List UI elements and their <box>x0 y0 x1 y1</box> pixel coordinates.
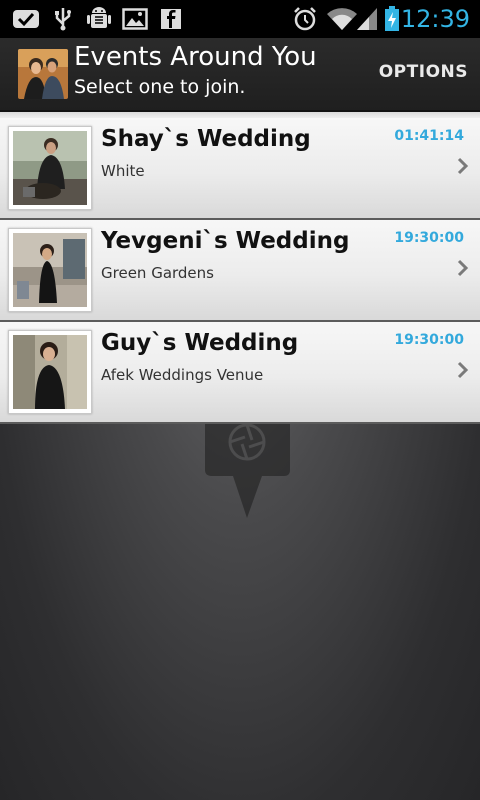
event-thumbnail-frame <box>8 330 92 414</box>
clock-time: 12:39 <box>400 5 470 33</box>
event-row[interactable]: Shay`s Wedding White 01:41:14 <box>0 118 480 220</box>
event-thumbnail <box>13 335 87 409</box>
event-time: 01:41:14 <box>394 128 464 144</box>
alarm-icon <box>292 7 318 31</box>
event-name: Shay`s Wedding <box>101 126 311 152</box>
event-row[interactable]: Guy`s Wedding Afek Weddings Venue 19:30:… <box>0 322 480 424</box>
event-time: 19:30:00 <box>394 332 464 348</box>
event-name: Yevgeni`s Wedding <box>101 228 350 254</box>
android-debug-icon <box>86 7 112 31</box>
wifi-icon <box>326 7 358 31</box>
event-venue: White <box>101 162 145 180</box>
event-venue: Afek Weddings Venue <box>101 366 264 384</box>
options-button[interactable]: OPTIONS <box>379 62 468 82</box>
status-bar: 12:39 <box>0 0 480 38</box>
page-subtitle: Select one to join. <box>74 76 246 98</box>
camera-pin-logo-icon <box>200 420 296 520</box>
event-row[interactable]: Yevgeni`s Wedding Green Gardens 19:30:00 <box>0 220 480 322</box>
app-icon-avatar[interactable] <box>18 49 68 99</box>
event-thumbnail-frame <box>8 126 92 210</box>
signal-icon <box>356 7 378 31</box>
action-bar: Events Around You Select one to join. OP… <box>0 38 480 112</box>
events-list: Shay`s Wedding White 01:41:14 Yevgeni`s … <box>0 112 480 424</box>
gallery-icon <box>122 7 148 31</box>
battery-charging-icon <box>384 6 400 31</box>
chevron-right-icon <box>456 360 470 380</box>
usb-icon <box>52 7 74 31</box>
event-time: 19:30:00 <box>394 230 464 246</box>
page-title: Events Around You <box>74 42 317 72</box>
event-name: Guy`s Wedding <box>101 330 299 356</box>
event-thumbnail <box>13 131 87 205</box>
gmail-icon <box>12 7 40 31</box>
event-venue: Green Gardens <box>101 264 214 282</box>
chevron-right-icon <box>456 156 470 176</box>
event-thumbnail <box>13 233 87 307</box>
facebook-icon <box>160 7 182 31</box>
chevron-right-icon <box>456 258 470 278</box>
event-thumbnail-frame <box>8 228 92 312</box>
